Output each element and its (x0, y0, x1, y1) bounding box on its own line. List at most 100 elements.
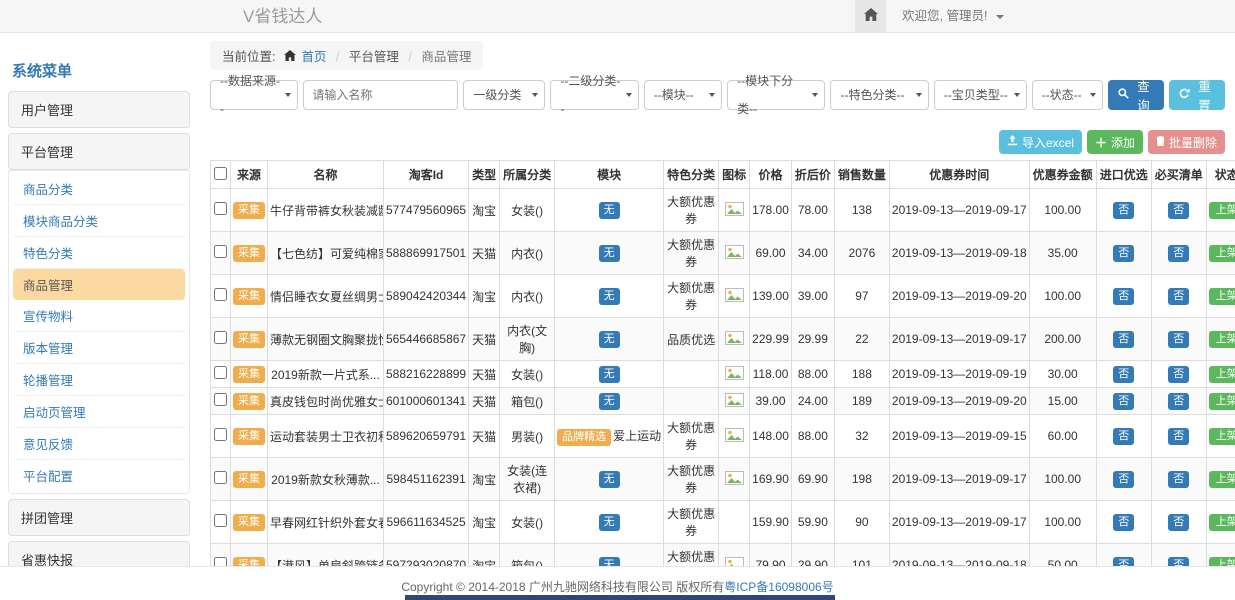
must-buy-toggle[interactable]: 否 (1168, 331, 1189, 348)
row-checkbox[interactable] (214, 514, 227, 527)
search-button[interactable]: 查询 (1108, 80, 1164, 110)
table-row: 采集牛仔背带裤女秋装减龄...577479560965淘宝女装()无大额优惠券1… (211, 189, 1235, 232)
batch-delete-button[interactable]: 批量删除 (1148, 130, 1225, 154)
sales-count: 90 (834, 501, 889, 544)
filter-select-module[interactable]: --模块-- (644, 80, 722, 110)
breadcrumb-prefix: 当前位置: (222, 50, 275, 64)
sidebar-subitem[interactable]: 版本管理 (13, 332, 185, 364)
import-select-toggle[interactable]: 否 (1113, 471, 1134, 488)
must-buy-toggle[interactable]: 否 (1168, 471, 1189, 488)
module-cell: 品牌精选爱上运动 (557, 429, 661, 443)
sidebar-subitem[interactable]: 启动页管理 (13, 396, 185, 428)
import-select-toggle[interactable]: 否 (1113, 245, 1134, 262)
sidebar-menu-item[interactable]: 拼团管理 (8, 499, 190, 536)
filter-select-data-source[interactable]: --数据来源-- (210, 80, 298, 110)
icp-link[interactable]: 粤ICP备16098006号 (724, 580, 833, 594)
coupon-amount: 100.00 (1029, 501, 1096, 544)
sidebar-subitem[interactable]: 商品分类 (13, 173, 185, 205)
row-checkbox[interactable] (214, 393, 227, 406)
must-buy-toggle[interactable]: 否 (1168, 393, 1189, 410)
chevron-down-icon (709, 93, 715, 97)
sidebar-menu-item[interactable]: 省惠快报 (8, 541, 190, 566)
module-badge: 无 (599, 245, 620, 262)
row-checkbox[interactable] (214, 471, 227, 484)
import-select-toggle[interactable]: 否 (1113, 428, 1134, 445)
source-badge: 采集 (233, 471, 265, 488)
row-checkbox[interactable] (214, 288, 227, 301)
sidebar-subitem[interactable]: 宣传物料 (13, 300, 185, 332)
status-badge[interactable]: 上架 (1209, 366, 1235, 383)
taoke-id: 589042420344 (384, 275, 469, 318)
user-menu[interactable]: 欢迎您, 管理员! (902, 0, 1004, 33)
row-checkbox[interactable] (214, 428, 227, 441)
sidebar-menu-item[interactable]: 用户管理 (8, 91, 190, 128)
feature-category: 大额优惠券 (664, 232, 719, 275)
import-select-toggle[interactable]: 否 (1113, 288, 1134, 305)
sidebar-subitem[interactable]: 模块商品分类 (13, 205, 185, 237)
app-title: V省钱达人 (243, 0, 322, 33)
sidebar-submenu: 商品分类模块商品分类特色分类商品管理宣传物料版本管理轮播管理启动页管理意见反馈平… (8, 170, 190, 494)
filter-select-item-type[interactable]: --宝贝类型-- (934, 80, 1027, 110)
table-row: 采集2019新款一片式系...588216228899天猫女装()无118.00… (211, 361, 1235, 388)
filter-select-level2-category[interactable]: --二级分类-- (550, 80, 638, 110)
add-button[interactable]: ＋ 添加 (1087, 130, 1143, 154)
module-cell: 无 (599, 471, 620, 485)
status-badge[interactable]: 上架 (1209, 245, 1235, 262)
sidebar-subitem[interactable]: 意见反馈 (13, 428, 185, 460)
status-badge[interactable]: 上架 (1209, 393, 1235, 410)
must-buy-toggle[interactable]: 否 (1168, 428, 1189, 445)
must-buy-toggle[interactable]: 否 (1168, 514, 1189, 531)
status-badge[interactable]: 上架 (1209, 428, 1235, 445)
product-name: 真皮钱包时尚优雅女士... (268, 388, 384, 415)
breadcrumb-section[interactable]: 平台管理 (349, 50, 399, 64)
row-checkbox[interactable] (214, 366, 227, 379)
sidebar-subitem[interactable]: 特色分类 (13, 237, 185, 269)
status-badge[interactable]: 上架 (1209, 288, 1235, 305)
must-buy-toggle[interactable]: 否 (1168, 366, 1189, 383)
row-checkbox[interactable] (214, 245, 227, 258)
taoke-id: 577479560965 (384, 189, 469, 232)
must-buy-toggle[interactable]: 否 (1168, 202, 1189, 219)
discount-price: 88.00 (791, 361, 834, 388)
status-badge[interactable]: 上架 (1209, 514, 1235, 531)
sidebar-subitem[interactable]: 平台配置 (13, 460, 185, 491)
row-checkbox[interactable] (214, 202, 227, 215)
status-badge[interactable]: 上架 (1209, 331, 1235, 348)
coupon-time: 2019-09-13—2019-09-15 (889, 415, 1029, 458)
discount-price: 24.00 (791, 388, 834, 415)
import-select-toggle[interactable]: 否 (1113, 514, 1134, 531)
coupon-amount: 35.00 (1029, 232, 1096, 275)
product-thumbnail-icon (725, 205, 744, 219)
module-badge: 无 (599, 471, 620, 488)
module-cell: 无 (599, 202, 620, 216)
filter-select-status[interactable]: --状态-- (1032, 80, 1103, 110)
refresh-icon (1179, 88, 1190, 102)
status-badge[interactable]: 上架 (1209, 202, 1235, 219)
chevron-down-icon (812, 93, 818, 97)
feature-category: 大额优惠券 (664, 189, 719, 232)
import-select-toggle[interactable]: 否 (1113, 366, 1134, 383)
import-select-toggle[interactable]: 否 (1113, 202, 1134, 219)
module-cell: 无 (599, 366, 620, 380)
table-row: 采集运动套装男士卫衣初秋...589620659791天猫男装()品牌精选爱上运… (211, 415, 1235, 458)
sidebar-subitem[interactable]: 轮播管理 (13, 364, 185, 396)
import-select-toggle[interactable]: 否 (1113, 331, 1134, 348)
product-name-input[interactable] (303, 80, 458, 110)
source-badge: 采集 (233, 331, 265, 348)
filter-select-module-subcategory[interactable]: --模块下分类-- (727, 80, 825, 110)
status-badge[interactable]: 上架 (1209, 471, 1235, 488)
home-button[interactable] (855, 0, 886, 33)
breadcrumb-separator: / (408, 50, 411, 64)
filter-select-level1-category[interactable]: 一级分类 (463, 80, 545, 110)
filter-select-feature-category[interactable]: --特色分类-- (830, 80, 928, 110)
must-buy-toggle[interactable]: 否 (1168, 288, 1189, 305)
select-all-checkbox[interactable] (214, 167, 227, 180)
sidebar-menu-item[interactable]: 平台管理 (8, 133, 190, 170)
breadcrumb-home-link[interactable]: 首页 (301, 50, 326, 64)
import-select-toggle[interactable]: 否 (1113, 393, 1134, 410)
sidebar-subitem[interactable]: 商品管理 (13, 269, 185, 300)
import-excel-button[interactable]: 导入excel (999, 130, 1082, 154)
reset-button[interactable]: 重置 (1169, 80, 1225, 110)
must-buy-toggle[interactable]: 否 (1168, 245, 1189, 262)
row-checkbox[interactable] (214, 331, 227, 344)
